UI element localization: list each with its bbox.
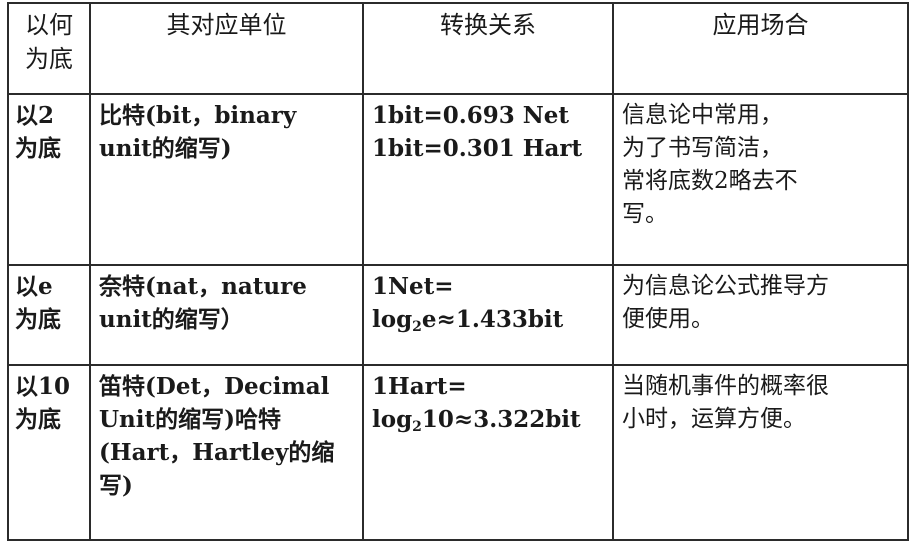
base-line: 以2 [15, 102, 55, 129]
base-cell: 以e 为底 [7, 264, 91, 366]
header-base-line-1: 以何 [25, 11, 73, 39]
base-line: 以10 [15, 373, 71, 400]
conversion-line: 1bit=0.693 Net [372, 102, 570, 129]
conversion-line: 1bit=0.301 Hart [372, 135, 583, 162]
conversion-line: 1Net= [372, 273, 454, 300]
application-line: 信息论中常用， [622, 102, 783, 128]
base-cell: 以2 为底 [7, 93, 91, 266]
application-line: 为了书写简洁， [622, 135, 783, 161]
unit-line: 笛特(Det，Decimal [99, 373, 330, 400]
unit-cell: 奈特(nat，nature unit的缩写） [89, 264, 364, 366]
application-cell: 当随机事件的概率很 小时，运算方便。 [612, 364, 909, 541]
table-row: 以2 为底 比特(bit，binary unit的缩写) 1bit=0.693 … [7, 93, 909, 266]
log-base-units-table: 以何 为底 其对应单位 转换关系 应用场合 以2 为底 比特(bit，binar… [7, 2, 909, 541]
application-line: 写。 [622, 201, 668, 227]
formula-rest: 10≈3.322bit [421, 406, 581, 433]
application-line: 常将底数2略去不 [622, 168, 798, 194]
unit-line: 比特(bit，binary [99, 102, 297, 129]
unit-line: (Hart，Hartley的缩 [99, 439, 335, 466]
base-line: 为底 [15, 306, 61, 333]
conversion-line: 1Hart= [372, 373, 467, 400]
header-row: 以何 为底 其对应单位 转换关系 应用场合 [7, 2, 909, 95]
log-text: log [372, 406, 413, 433]
log-text: log [372, 306, 413, 333]
unit-line: 写) [99, 472, 133, 499]
header-application: 应用场合 [612, 2, 909, 95]
base-line: 为底 [15, 135, 61, 162]
log-base-subscript: 2 [412, 419, 422, 435]
unit-cell: 比特(bit，binary unit的缩写) [89, 93, 364, 266]
base-line: 为底 [15, 406, 61, 433]
formula-rest: e≈1.433bit [421, 306, 564, 333]
application-line: 当随机事件的概率很 [622, 373, 829, 399]
header-conversion: 转换关系 [362, 2, 614, 95]
application-line: 为信息论公式推导方 [622, 273, 829, 299]
application-line: 小时，运算方便。 [622, 406, 806, 432]
conversion-formula: log210≈3.322bit [372, 403, 606, 444]
unit-line: unit的缩写) [99, 135, 232, 162]
unit-line: unit的缩写） [99, 306, 244, 333]
base-cell: 以10 为底 [7, 364, 91, 541]
unit-line: 奈特(nat，nature [99, 273, 307, 300]
header-base-line-2: 为底 [25, 45, 73, 73]
conversion-cell: 1bit=0.693 Net 1bit=0.301 Hart [362, 93, 614, 266]
application-cell: 为信息论公式推导方 便使用。 [612, 264, 909, 366]
table-row: 以e 为底 奈特(nat，nature unit的缩写） 1Net= log2e… [7, 264, 909, 366]
application-line: 便使用。 [622, 306, 714, 332]
application-cell: 信息论中常用， 为了书写简洁， 常将底数2略去不 写。 [612, 93, 909, 266]
unit-cell: 笛特(Det，Decimal Unit的缩写)哈特 (Hart，Hartley的… [89, 364, 364, 541]
unit-line: Unit的缩写)哈特 [99, 406, 282, 433]
base-line: 以e [15, 273, 53, 300]
header-base: 以何 为底 [7, 2, 91, 95]
conversion-formula: log2e≈1.433bit [372, 303, 606, 344]
conversion-cell: 1Hart= log210≈3.322bit [362, 364, 614, 541]
header-unit: 其对应单位 [89, 2, 364, 95]
table-row: 以10 为底 笛特(Det，Decimal Unit的缩写)哈特 (Hart，H… [7, 364, 909, 541]
conversion-cell: 1Net= log2e≈1.433bit [362, 264, 614, 366]
log-base-subscript: 2 [412, 319, 422, 335]
